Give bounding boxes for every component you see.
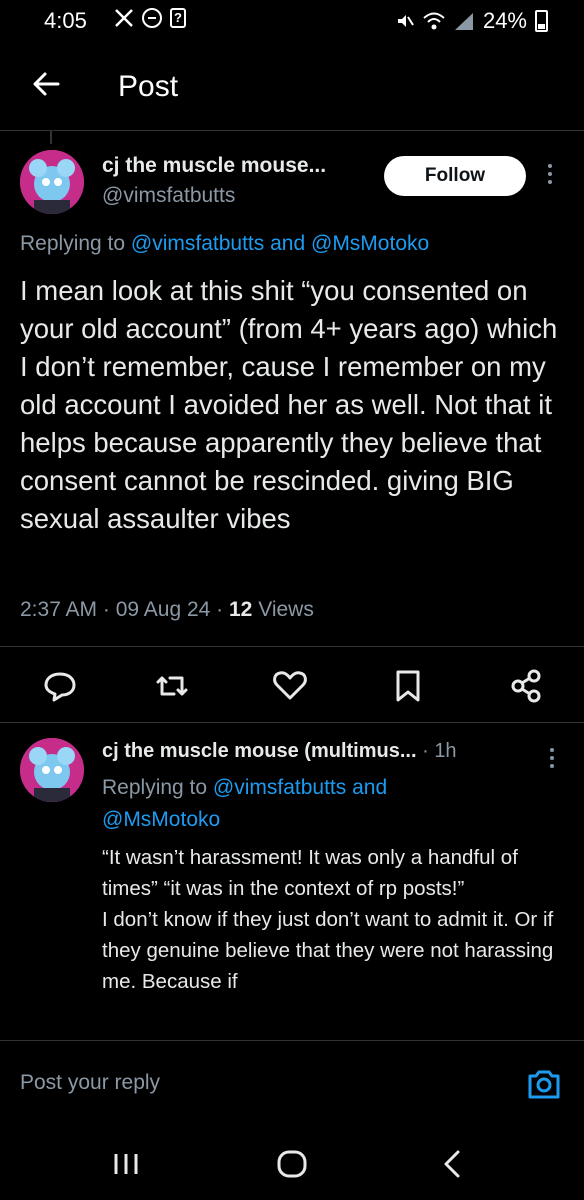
mute-icon <box>397 15 414 27</box>
do-not-disturb-icon <box>142 8 162 28</box>
post-divider <box>0 722 584 723</box>
wifi-icon <box>423 12 445 30</box>
avatar-image <box>20 150 84 214</box>
mention-link[interactable]: @MsMotoko <box>102 808 220 831</box>
views-count[interactable]: 12 <box>229 598 252 621</box>
reply-author[interactable]: cj the muscle mouse (multimus... · 1h <box>102 740 457 763</box>
arrow-left-icon[interactable] <box>28 66 64 102</box>
status-time: 4:05 <box>44 8 87 33</box>
more-options-icon[interactable] <box>548 164 554 184</box>
reply-icon[interactable] <box>40 664 80 708</box>
meta-divider <box>0 646 584 647</box>
action-bar <box>0 664 584 708</box>
reply-input[interactable]: Post your reply <box>20 1071 160 1095</box>
reply-bar: Post your reply <box>0 1040 584 1128</box>
post-text: I mean look at this shit “you consented … <box>20 275 558 534</box>
mention-link[interactable]: @vimsfatbutts <box>213 776 346 799</box>
author-name[interactable]: cj the muscle mouse... <box>102 154 326 178</box>
reply-time: 1h <box>434 740 457 762</box>
reply-more-options-icon[interactable] <box>550 748 556 768</box>
post-date[interactable]: 09 Aug 24 <box>116 598 211 621</box>
x-logo-icon <box>115 9 133 27</box>
follow-button[interactable]: Follow <box>384 156 526 196</box>
status-bar: 4:05 ? 24% <box>0 0 584 44</box>
reply-text: “It wasn’t harassment! It was only a han… <box>102 846 554 993</box>
camera-icon[interactable] <box>526 1067 562 1101</box>
author-handle[interactable]: @vimsfatbutts <box>102 184 235 208</box>
avatar-image <box>20 738 84 802</box>
thread-line <box>50 130 52 144</box>
post-meta: 2:37 AM · 09 Aug 24 · 12 Views <box>20 598 314 621</box>
recent-apps-icon[interactable] <box>106 1146 146 1182</box>
reply-avatar[interactable] <box>20 738 84 802</box>
views-label: Views <box>258 598 314 621</box>
mention-link[interactable]: @vimsfatbutts <box>131 232 264 255</box>
bookmark-icon[interactable] <box>388 664 428 708</box>
home-icon[interactable] <box>272 1146 312 1182</box>
back-icon[interactable] <box>432 1146 472 1182</box>
system-nav-bar <box>0 1128 584 1200</box>
post-time[interactable]: 2:37 AM <box>20 598 97 621</box>
battery-percent: 24% <box>482 8 527 33</box>
replying-to: Replying to @vimsfatbutts and @MsMotoko <box>20 232 430 255</box>
repost-icon[interactable] <box>152 664 192 708</box>
notification-icon: ? <box>170 8 186 28</box>
share-icon[interactable] <box>506 664 546 708</box>
page-title: Post <box>118 70 179 103</box>
avatar[interactable] <box>20 150 84 214</box>
battery-icon <box>535 10 548 32</box>
signal-icon <box>454 13 473 30</box>
header: Post <box>0 44 584 130</box>
mention-link[interactable]: @MsMotoko <box>311 232 429 255</box>
header-divider <box>0 130 584 131</box>
reply-replying-to: Replying to @vimsfatbutts and @MsMotoko <box>102 776 388 831</box>
like-icon[interactable] <box>270 664 310 708</box>
